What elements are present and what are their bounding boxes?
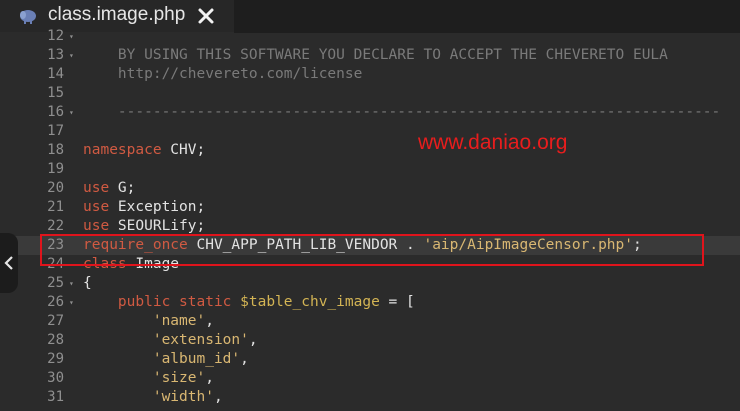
fold-arrow-icon[interactable]: ▾ xyxy=(69,274,77,293)
code-text: use G; xyxy=(83,179,135,198)
code-text: ----------------------------------------… xyxy=(83,103,720,122)
code-line-29: 29 'album_id', xyxy=(0,350,740,369)
code-token-t: http://chevereto.com/license xyxy=(83,66,363,82)
code-token-end: , xyxy=(248,332,258,348)
code-line-28: 28 'extension', xyxy=(0,331,740,350)
line-number: 16 xyxy=(47,104,64,120)
code-token-rest: G; xyxy=(109,180,136,196)
code-text: use Exception; xyxy=(83,198,205,217)
code-token-t: BY USING THIS SOFTWARE YOU DECLARE TO AC… xyxy=(83,47,668,63)
code-text: 'size', xyxy=(83,369,214,388)
chevron-left-icon xyxy=(4,256,13,270)
code-text: BY USING THIS SOFTWARE YOU DECLARE TO AC… xyxy=(83,46,668,65)
line-number: 15 xyxy=(47,85,64,101)
elephant-icon xyxy=(20,10,36,24)
fold-arrow-icon[interactable]: ▾ xyxy=(69,293,77,312)
code-token-kw: public static xyxy=(83,294,232,310)
code-line-23: 23 require_once CHV_APP_PATH_LIB_VENDOR .… xyxy=(0,236,740,255)
line-number: 20 xyxy=(47,180,64,196)
code-text: 'album_id', xyxy=(83,350,249,369)
code-token-var: $table_chv_image xyxy=(231,294,380,310)
watermark: www.daniao.org xyxy=(418,131,568,154)
close-icon[interactable] xyxy=(197,7,215,25)
fold-arrow-icon[interactable]: ▾ xyxy=(69,46,77,65)
code-text: 'name', xyxy=(83,312,214,331)
line-number: 23 xyxy=(47,237,64,253)
code-token-kw: namespace xyxy=(83,142,162,158)
line-number: 24 xyxy=(47,256,64,272)
code-line-31: 31 'width', xyxy=(0,388,740,407)
code-text: class Image xyxy=(83,255,179,274)
code-token-rest: = [ xyxy=(379,294,415,310)
back-button[interactable] xyxy=(0,233,18,293)
code-token-end: ; xyxy=(632,237,642,253)
fold-arrow-icon[interactable]: ▾ xyxy=(69,27,77,46)
code-text: http://chevereto.com/license xyxy=(83,65,362,84)
code-editor[interactable]: 12 ▾ 13 ▾ BY USING THIS SOFTWARE YOU DECLAR… xyxy=(0,28,740,411)
code-token-rest: Exception; xyxy=(109,199,206,215)
code-token-rest: SEOURLify; xyxy=(109,218,206,234)
code-token-kw: use xyxy=(83,199,110,215)
code-line-15: 15 xyxy=(0,84,740,103)
code-token-end: , xyxy=(205,370,214,386)
code-token-str: 'width' xyxy=(83,389,214,405)
code-token-str: 'extension' xyxy=(83,332,249,348)
code-token-kw: use xyxy=(83,180,110,196)
code-text: 'width', xyxy=(83,388,223,407)
code-token-t: ----------------------------------------… xyxy=(83,104,721,120)
fold-arrow-icon[interactable]: ▾ xyxy=(69,103,77,122)
line-number: 17 xyxy=(47,123,64,139)
code-text: 'extension', xyxy=(83,331,258,350)
line-number: 19 xyxy=(47,161,64,177)
code-line-18: 18 namespace CHV; xyxy=(0,141,740,160)
code-line-20: 20 use G; xyxy=(0,179,740,198)
code-token-rest: CHV_APP_PATH_LIB_VENDOR . xyxy=(187,237,424,253)
code-token-kw: use xyxy=(83,218,110,234)
line-number: 21 xyxy=(47,199,64,215)
code-token-str: 'size' xyxy=(83,370,206,386)
code-line-16: 16 ▾ ------------------------------------… xyxy=(0,103,740,122)
code-line-24: 24 class Image xyxy=(0,255,740,274)
line-number: 13 xyxy=(47,47,64,63)
code-text: { xyxy=(83,274,92,293)
line-number: 25 xyxy=(47,275,64,291)
code-token-str: 'album_id' xyxy=(83,351,241,367)
code-line-22: 22 use SEOURLify; xyxy=(0,217,740,236)
line-number: 28 xyxy=(47,332,64,348)
line-number: 14 xyxy=(47,66,64,82)
line-number: 27 xyxy=(47,313,64,329)
code-line-21: 21 use Exception; xyxy=(0,198,740,217)
line-number: 18 xyxy=(47,142,64,158)
code-line-27: 27 'name', xyxy=(0,312,740,331)
line-number: 26 xyxy=(47,294,64,310)
line-number: 12 xyxy=(47,28,64,44)
code-token-end: , xyxy=(205,313,214,329)
code-line-25: 25 ▾ { xyxy=(0,274,740,293)
line-number: 22 xyxy=(47,218,64,234)
code-line-19: 19 xyxy=(0,160,740,179)
code-token-kw: require_once xyxy=(83,237,188,253)
code-line-26: 26 ▾ public static $table_chv_image = [ xyxy=(0,293,740,312)
code-token-str: 'aip/AipImageCensor.php' xyxy=(423,237,633,253)
code-token-end: , xyxy=(240,351,249,367)
code-line-12: 12 ▾ xyxy=(0,27,740,46)
code-token-end: , xyxy=(213,389,223,405)
line-number: 29 xyxy=(47,351,64,367)
code-line-13: 13 ▾ BY USING THIS SOFTWARE YOU DECLARE T… xyxy=(0,46,740,65)
line-number: 31 xyxy=(47,389,64,405)
code-token-kw: class xyxy=(83,256,127,272)
code-text: namespace CHV; xyxy=(83,141,205,160)
code-line-14: 14 http://chevereto.com/license xyxy=(0,65,740,84)
code-token-t: { xyxy=(83,275,92,291)
line-number: 30 xyxy=(47,370,64,386)
code-line-30: 30 'size', xyxy=(0,369,740,388)
code-line-17: 17 xyxy=(0,122,740,141)
code-token-rest: Image xyxy=(126,256,180,272)
code-text: public static $table_chv_image = [ xyxy=(83,293,415,312)
code-text: use SEOURLify; xyxy=(83,217,205,236)
tab-title: class.image.php xyxy=(48,4,186,25)
code-token-rest: CHV; xyxy=(161,142,206,158)
code-text: require_once CHV_APP_PATH_LIB_VENDOR . '… xyxy=(83,236,642,255)
code-token-str: 'name' xyxy=(83,313,206,329)
